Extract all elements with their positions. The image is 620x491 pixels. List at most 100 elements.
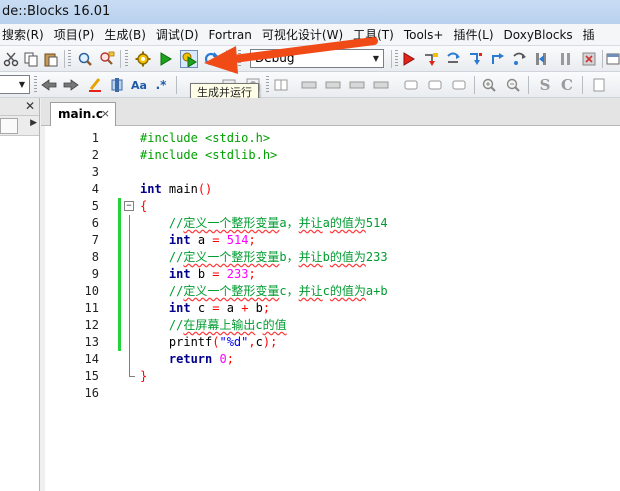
replace-icon[interactable] — [98, 50, 116, 68]
code-line: 9 int b = 233; — [45, 266, 620, 283]
code-line: 3 — [45, 164, 620, 181]
scope-select[interactable]: ▼ — [0, 75, 30, 94]
line-code: } — [140, 369, 148, 383]
debug-step-icon[interactable] — [532, 50, 550, 68]
menu-plugins[interactable]: 插件(L) — [451, 24, 501, 45]
line-code: #include <stdio.h> — [140, 131, 271, 145]
build-icon[interactable] — [134, 50, 152, 68]
changebar — [118, 198, 121, 215]
debug-pause-icon[interactable] — [556, 50, 574, 68]
code-line: 10 //定义一个整形变量c，并让c的值为a+b — [45, 283, 620, 300]
code-line: 15 } — [45, 368, 620, 385]
debug-run-to-cursor-icon[interactable] — [422, 50, 440, 68]
line-code: //定义一个整形变量a，并让a的值为514 — [140, 216, 388, 230]
close-icon[interactable]: ✕ — [25, 99, 35, 113]
menu-doxyblocks[interactable]: DoxyBlocks — [502, 24, 581, 45]
debug-stop-icon[interactable] — [580, 50, 598, 68]
code-line: 5 − { — [45, 198, 620, 215]
menu-search[interactable]: 搜索(R) — [0, 24, 52, 45]
chevron-right-icon[interactable]: ▶ — [30, 118, 37, 128]
management-panel-header: ✕ — [0, 98, 39, 116]
tab-main-c[interactable]: main.c × — [50, 102, 116, 127]
view-option-4-icon[interactable] — [348, 76, 366, 94]
changebar — [118, 334, 121, 351]
menu-tools-plus[interactable]: Tools+ — [402, 24, 452, 45]
changebar — [118, 249, 121, 266]
build-target-select[interactable]: Debug ▼ — [250, 49, 384, 68]
menu-debug[interactable]: 调试(D) — [154, 24, 207, 45]
line-number: 9 — [91, 267, 99, 281]
line-code: //定义一个整形变量c，并让c的值为a+b — [140, 284, 388, 298]
menu-build[interactable]: 生成(B) — [102, 24, 154, 45]
line-number: 13 — [84, 335, 99, 349]
line-number: 11 — [84, 301, 99, 315]
regex-icon[interactable]: .* — [152, 76, 170, 94]
extra-tool-icon[interactable] — [590, 76, 608, 94]
code-line: 4 int main() — [45, 181, 620, 198]
management-panel-tabs: ▶ — [0, 116, 39, 136]
debug-step-into-icon[interactable] — [466, 50, 484, 68]
paste-icon[interactable] — [42, 50, 60, 68]
code-editor[interactable]: 1 #include <stdio.h> 2 #include <stdlib.… — [45, 126, 620, 491]
view-option-7-icon[interactable] — [426, 76, 444, 94]
line-number: 8 — [91, 250, 99, 264]
code-line: 7 int a = 514; — [45, 232, 620, 249]
line-number: 12 — [84, 318, 99, 332]
view-option-8-icon[interactable] — [450, 76, 468, 94]
editor-area: main.c × 1 #include <stdio.h> 2 #include… — [41, 98, 620, 491]
forward-icon[interactable] — [62, 76, 80, 94]
match-case-icon[interactable]: Aa — [130, 76, 148, 94]
management-tree[interactable] — [0, 136, 39, 491]
changebar — [118, 300, 121, 317]
main-toolbar: Debug ▼ — [0, 46, 620, 72]
menu-bar: 搜索(R) 项目(P) 生成(B) 调试(D) Fortran 可视化设计(W)… — [0, 24, 620, 46]
line-number: 16 — [84, 386, 99, 400]
zoom-in-icon[interactable] — [480, 76, 498, 94]
view-option-6-icon[interactable] — [402, 76, 420, 94]
view-option-3-icon[interactable] — [324, 76, 342, 94]
run-icon[interactable] — [156, 50, 174, 68]
management-tab[interactable] — [0, 118, 18, 134]
line-code: { — [140, 199, 148, 213]
menu-project[interactable]: 项目(P) — [52, 24, 103, 45]
code-completion-icon[interactable]: C — [558, 76, 576, 94]
fold-toggle-icon[interactable]: − — [124, 201, 134, 211]
code-line: 2 #include <stdlib.h> — [45, 147, 620, 164]
tab-label: main.c — [58, 107, 103, 121]
spell-check-icon[interactable]: S — [536, 76, 554, 94]
changebar — [118, 215, 121, 232]
line-number: 6 — [91, 216, 99, 230]
cut-icon[interactable] — [2, 50, 20, 68]
editor-tab-strip: main.c × — [41, 98, 620, 127]
build-and-run-icon[interactable] — [180, 50, 198, 68]
zoom-out-icon[interactable] — [504, 76, 522, 94]
view-option-5-icon[interactable] — [372, 76, 390, 94]
debug-next-line-icon[interactable] — [444, 50, 462, 68]
line-code: int c = a + b; — [168, 301, 271, 315]
menu-fortran[interactable]: Fortran — [207, 24, 260, 45]
view-option-1-icon[interactable] — [272, 76, 290, 94]
code-line: 14 return 0; — [45, 351, 620, 368]
close-icon[interactable]: × — [101, 103, 110, 125]
highlight-icon[interactable] — [86, 76, 104, 94]
line-number: 7 — [91, 233, 99, 247]
debug-step-out-icon[interactable] — [488, 50, 506, 68]
line-number: 3 — [91, 165, 99, 179]
toggle-bookmark-icon[interactable] — [108, 76, 126, 94]
debug-icon[interactable] — [400, 50, 418, 68]
line-number: 14 — [84, 352, 99, 366]
copy-icon[interactable] — [22, 50, 40, 68]
find-icon[interactable] — [76, 50, 94, 68]
line-code: int b = 233; — [168, 267, 256, 281]
line-number: 10 — [84, 284, 99, 298]
back-icon[interactable] — [40, 76, 58, 94]
rebuild-icon[interactable] — [202, 50, 220, 68]
debug-next-instruction-icon[interactable] — [510, 50, 528, 68]
view-option-2-icon[interactable] — [300, 76, 318, 94]
line-code: //在屏幕上输出c的值 — [140, 318, 287, 332]
menu-truncated[interactable]: 插 — [581, 24, 603, 45]
window-title-bar: de::Blocks 16.01 — [0, 0, 620, 24]
menu-visual-design[interactable]: 可视化设计(W) — [260, 24, 351, 45]
debug-windows-icon[interactable] — [604, 50, 620, 68]
menu-tools[interactable]: 工具(T) — [351, 24, 402, 45]
